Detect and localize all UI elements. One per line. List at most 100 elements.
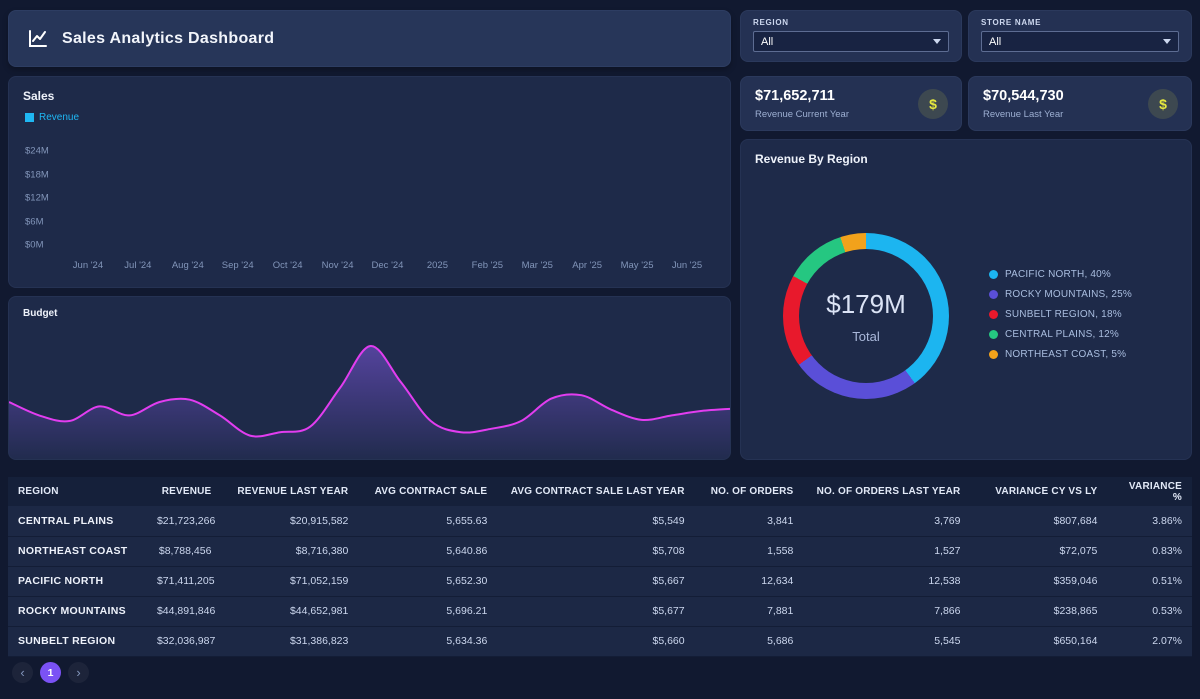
value-cell: $71,052,159 [221, 566, 358, 596]
legend-label: Revenue [39, 112, 79, 123]
column-header[interactable]: VARIANCE CY VS LY [970, 477, 1107, 506]
legend-label: PACIFIC NORTH, 40% [1005, 269, 1111, 280]
value-cell: 1,558 [695, 536, 804, 566]
legend-item[interactable]: SUNBELT REGION, 18% [989, 309, 1132, 320]
donut-chart: $179M Total [783, 233, 949, 399]
store-filter-card: STORE NAME All [968, 10, 1192, 62]
value-cell: 3,841 [695, 506, 804, 536]
legend-dot [989, 270, 998, 279]
legend-label: NORTHEAST COAST, 5% [1005, 349, 1126, 360]
chevron-down-icon [1163, 39, 1171, 44]
value-cell: $31,386,823 [221, 626, 358, 656]
donut-total-value: $179M [826, 289, 906, 320]
column-header[interactable]: REVENUE [147, 477, 222, 506]
sales-plot [63, 151, 712, 245]
column-header[interactable]: AVG CONTRACT SALE LAST YEAR [497, 477, 694, 506]
value-cell: $8,716,380 [221, 536, 358, 566]
x-axis-label: Aug '24 [163, 260, 213, 271]
x-axis-label: Dec '24 [363, 260, 413, 271]
table-row[interactable]: NORTHEAST COAST$8,788,456$8,716,3805,640… [8, 536, 1192, 566]
value-cell: $5,677 [497, 596, 694, 626]
x-axis-label: Sep '24 [213, 260, 263, 271]
value-cell: 3.86% [1107, 506, 1192, 536]
value-cell: $5,549 [497, 506, 694, 536]
value-cell: 3,769 [803, 506, 970, 536]
value-cell: $5,667 [497, 566, 694, 596]
x-axis-label: Oct '24 [263, 260, 313, 271]
value-cell: 2.07% [1107, 626, 1192, 656]
prev-page-button[interactable]: ‹ [12, 662, 33, 683]
value-cell: 5,545 [803, 626, 970, 656]
column-header[interactable]: AVG CONTRACT SALE [358, 477, 497, 506]
budget-area-chart[interactable] [9, 296, 731, 459]
current-page-button[interactable]: 1 [40, 662, 61, 683]
column-header[interactable]: NO. OF ORDERS LAST YEAR [803, 477, 970, 506]
next-page-button[interactable]: › [68, 662, 89, 683]
donut-center: $179M Total [799, 249, 933, 383]
sales-x-axis: Jun '24Jul '24Aug '24Sep '24Oct '24Nov '… [63, 260, 712, 271]
value-cell: $807,684 [970, 506, 1107, 536]
value-cell: $21,723,266 [147, 506, 222, 536]
x-axis-label: Jul '24 [113, 260, 163, 271]
store-select[interactable]: All [981, 31, 1179, 52]
dollar-icon: $ [1148, 89, 1178, 119]
legend-item[interactable]: NORTHEAST COAST, 5% [989, 349, 1132, 360]
column-header[interactable]: REGION [8, 477, 147, 506]
donut-total-label: Total [852, 329, 879, 344]
legend-label: ROCKY MOUNTAINS, 25% [1005, 289, 1132, 300]
page-title: Sales Analytics Dashboard [62, 30, 274, 48]
value-cell: 7,866 [803, 596, 970, 626]
value-cell: 5,652.30 [358, 566, 497, 596]
header-card: Sales Analytics Dashboard [8, 10, 731, 67]
table-row[interactable]: SUNBELT REGION$32,036,987$31,386,8235,63… [8, 626, 1192, 656]
region-cell: NORTHEAST COAST [8, 536, 147, 566]
legend-dot [989, 290, 998, 299]
value-cell: $44,652,981 [221, 596, 358, 626]
value-cell: 5,696.21 [358, 596, 497, 626]
y-axis-label: $12M [25, 193, 49, 204]
value-cell: $238,865 [970, 596, 1107, 626]
region-select-value: All [761, 36, 773, 48]
region-cell: SUNBELT REGION [8, 626, 147, 656]
value-cell: 5,686 [695, 626, 804, 656]
table-row[interactable]: CENTRAL PLAINS$21,723,266$20,915,5825,65… [8, 506, 1192, 536]
column-header[interactable]: REVENUE LAST YEAR [221, 477, 358, 506]
y-axis-label: $0M [25, 240, 43, 251]
x-axis-label: Jun '24 [63, 260, 113, 271]
value-cell: 12,634 [695, 566, 804, 596]
legend-dot [989, 330, 998, 339]
sales-legend: Revenue [25, 112, 730, 123]
pagination: ‹ 1 › [12, 662, 89, 683]
sales-y-axis: $24M$18M$12M$6M$0M [25, 151, 59, 245]
column-header[interactable]: NO. OF ORDERS [695, 477, 804, 506]
value-cell: 0.53% [1107, 596, 1192, 626]
x-axis-label: May '25 [612, 260, 662, 271]
column-header[interactable]: VARIANCE % [1107, 477, 1192, 506]
x-axis-label: Apr '25 [562, 260, 612, 271]
y-axis-label: $6M [25, 216, 43, 227]
region-select[interactable]: All [753, 31, 949, 52]
budget-chart-title: Budget [23, 308, 730, 319]
legend-item[interactable]: ROCKY MOUNTAINS, 25% [989, 289, 1132, 300]
value-cell: $20,915,582 [221, 506, 358, 536]
value-cell: 5,640.86 [358, 536, 497, 566]
donut-legend: PACIFIC NORTH, 40% ROCKY MOUNTAINS, 25% SU… [989, 269, 1132, 360]
value-cell: $5,660 [497, 626, 694, 656]
line-chart-icon [27, 28, 49, 50]
store-select-value: All [989, 36, 1001, 48]
budget-fill [9, 346, 731, 459]
value-cell: 7,881 [695, 596, 804, 626]
value-cell: $44,891,846 [147, 596, 222, 626]
legend-item[interactable]: CENTRAL PLAINS, 12% [989, 329, 1132, 340]
region-filter-label: REGION [753, 18, 949, 27]
sales-bar-chart-card: Sales Revenue $24M$18M$12M$6M$0M Jun '24… [8, 76, 731, 288]
sales-bars [63, 151, 712, 245]
table-row[interactable]: PACIFIC NORTH$71,411,205$71,052,1595,652… [8, 566, 1192, 596]
value-cell: $650,164 [970, 626, 1107, 656]
x-axis-label: Jun '25 [662, 260, 712, 271]
legend-label: SUNBELT REGION, 18% [1005, 309, 1122, 320]
dashboard: Sales Analytics Dashboard REGION All STO… [0, 0, 1200, 699]
table-row[interactable]: ROCKY MOUNTAINS$44,891,846$44,652,9815,6… [8, 596, 1192, 626]
value-cell: $5,708 [497, 536, 694, 566]
legend-item[interactable]: PACIFIC NORTH, 40% [989, 269, 1132, 280]
